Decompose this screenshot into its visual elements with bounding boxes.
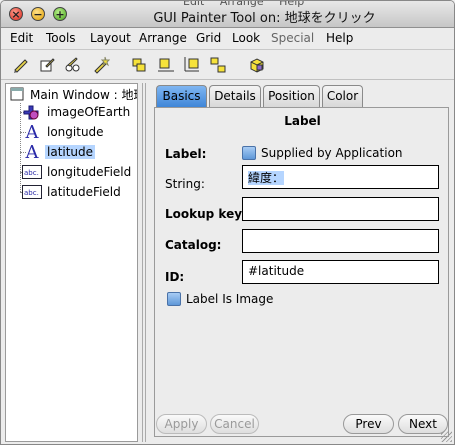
tree-root-label: Main Window : 地球 xyxy=(30,87,138,102)
tab-position[interactable]: Position xyxy=(263,85,320,107)
checkbox-label: Label Is Image xyxy=(186,292,274,306)
label-a-icon: A xyxy=(25,121,39,143)
tree-item-longitude[interactable]: A longitude xyxy=(22,121,106,143)
menu-look[interactable]: Look xyxy=(232,31,260,45)
tree-item-label: longitudeField xyxy=(47,165,132,179)
menu-help[interactable]: Help xyxy=(326,31,353,45)
minimize-button[interactable]: − xyxy=(31,7,45,21)
group-tool-icon xyxy=(65,57,80,72)
resize-grip[interactable] xyxy=(441,431,452,442)
menu-edit[interactable]: Edit xyxy=(10,31,33,45)
tab-color[interactable]: Color xyxy=(322,85,363,107)
tree-item-label: latitudeField xyxy=(47,185,121,199)
tree-item-label: latitude xyxy=(45,145,96,159)
menu-bar: Edit Tools Layout Arrange Grid Look Spec… xyxy=(1,28,454,50)
catalog-label: Catalog: xyxy=(165,238,222,252)
group-tool-button[interactable] xyxy=(63,55,83,75)
catalog-input[interactable] xyxy=(242,229,439,253)
minimize-icon: − xyxy=(33,7,43,21)
input-field-icon: abc. xyxy=(22,183,42,201)
tab-basics[interactable]: Basics xyxy=(156,85,207,107)
image-icon xyxy=(22,103,42,121)
menu-grid[interactable]: Grid xyxy=(196,31,221,45)
tree-root[interactable]: Main Window : 地球 xyxy=(9,85,138,103)
apply-button[interactable]: Apply xyxy=(156,414,207,434)
tree-item-longitudefield[interactable]: abc. longitudeField xyxy=(22,163,133,181)
select-tool-icon xyxy=(14,59,28,73)
checkbox-box xyxy=(167,292,181,306)
tree-item-latitude[interactable]: A latitude xyxy=(22,141,96,163)
svg-text:abc.: abc. xyxy=(24,169,39,177)
label-a-icon: A xyxy=(25,141,39,163)
tree-item-label: imageOfEarth xyxy=(47,105,131,119)
menu-arrange[interactable]: Arrange xyxy=(139,31,187,45)
painter-window: Edit Arrange Help × − + GUI Painter Tool… xyxy=(0,0,455,445)
lookup-key-label: Lookup key: xyxy=(165,207,247,221)
id-label: ID: xyxy=(165,270,185,284)
section-title: Label xyxy=(284,114,321,128)
align-center-icon xyxy=(158,58,174,72)
checkbox-label: Supplied by Application xyxy=(261,146,403,160)
align-left-button[interactable] xyxy=(130,55,150,75)
zoom-button[interactable]: + xyxy=(53,7,67,21)
label-field-label: Label: xyxy=(165,147,207,161)
magic-tool-icon xyxy=(94,56,110,74)
edit-tool-button[interactable] xyxy=(37,55,57,75)
menu-tools[interactable]: Tools xyxy=(46,31,76,45)
cube-icon xyxy=(250,58,264,73)
string-input[interactable]: 緯度： xyxy=(242,165,439,189)
distribute-icon xyxy=(210,57,226,73)
title-bar[interactable]: Edit Arrange Help × − + GUI Painter Tool… xyxy=(1,1,454,28)
id-input[interactable]: #latitude xyxy=(242,260,439,284)
tree-connector xyxy=(20,103,21,192)
menu-special[interactable]: Special xyxy=(271,31,314,45)
basics-tab-content: Label Label: Supplied by Application Str… xyxy=(154,107,449,437)
edit-tool-icon xyxy=(40,58,55,72)
toolbar xyxy=(1,50,454,80)
align-center-button[interactable] xyxy=(156,55,176,75)
lookup-key-input[interactable] xyxy=(242,197,439,221)
zoom-icon: + xyxy=(55,7,65,21)
window-icon xyxy=(9,85,25,103)
widget-tree[interactable]: Main Window : 地球 imageOfEarth A longitud… xyxy=(5,83,138,442)
panel-splitter[interactable] xyxy=(140,83,148,442)
tree-item-imageofearth[interactable]: imageOfEarth xyxy=(22,103,132,121)
distribute-button[interactable] xyxy=(208,55,228,75)
supplied-by-application-checkbox[interactable]: Supplied by Application xyxy=(242,146,403,160)
align-right-button[interactable] xyxy=(182,55,202,75)
label-is-image-checkbox[interactable]: Label Is Image xyxy=(167,292,273,306)
menu-layout[interactable]: Layout xyxy=(90,31,131,45)
close-button[interactable]: × xyxy=(9,7,23,21)
input-field-icon: abc. xyxy=(22,163,42,181)
svg-text:abc.: abc. xyxy=(24,189,39,197)
properties-panel: Basics Details Position Color Label Labe… xyxy=(151,83,452,442)
align-right-icon xyxy=(184,57,199,72)
window-title: GUI Painter Tool on: 地球をクリック xyxy=(153,11,376,26)
string-field-label: String: xyxy=(165,177,205,191)
tab-details[interactable]: Details xyxy=(209,85,261,107)
close-icon: × xyxy=(11,7,21,21)
cube-button[interactable] xyxy=(247,55,267,75)
tree-item-latitudefield[interactable]: abc. latitudeField xyxy=(22,183,123,201)
prev-button[interactable]: Prev xyxy=(343,414,394,434)
align-left-icon xyxy=(132,58,146,72)
checkbox-box xyxy=(242,146,256,160)
tree-item-label: longitude xyxy=(47,125,104,139)
select-tool-button[interactable] xyxy=(11,55,31,75)
cancel-button[interactable]: Cancel xyxy=(210,414,259,434)
magic-tool-button[interactable] xyxy=(91,55,111,75)
string-input-value: 緯度： xyxy=(248,171,285,185)
